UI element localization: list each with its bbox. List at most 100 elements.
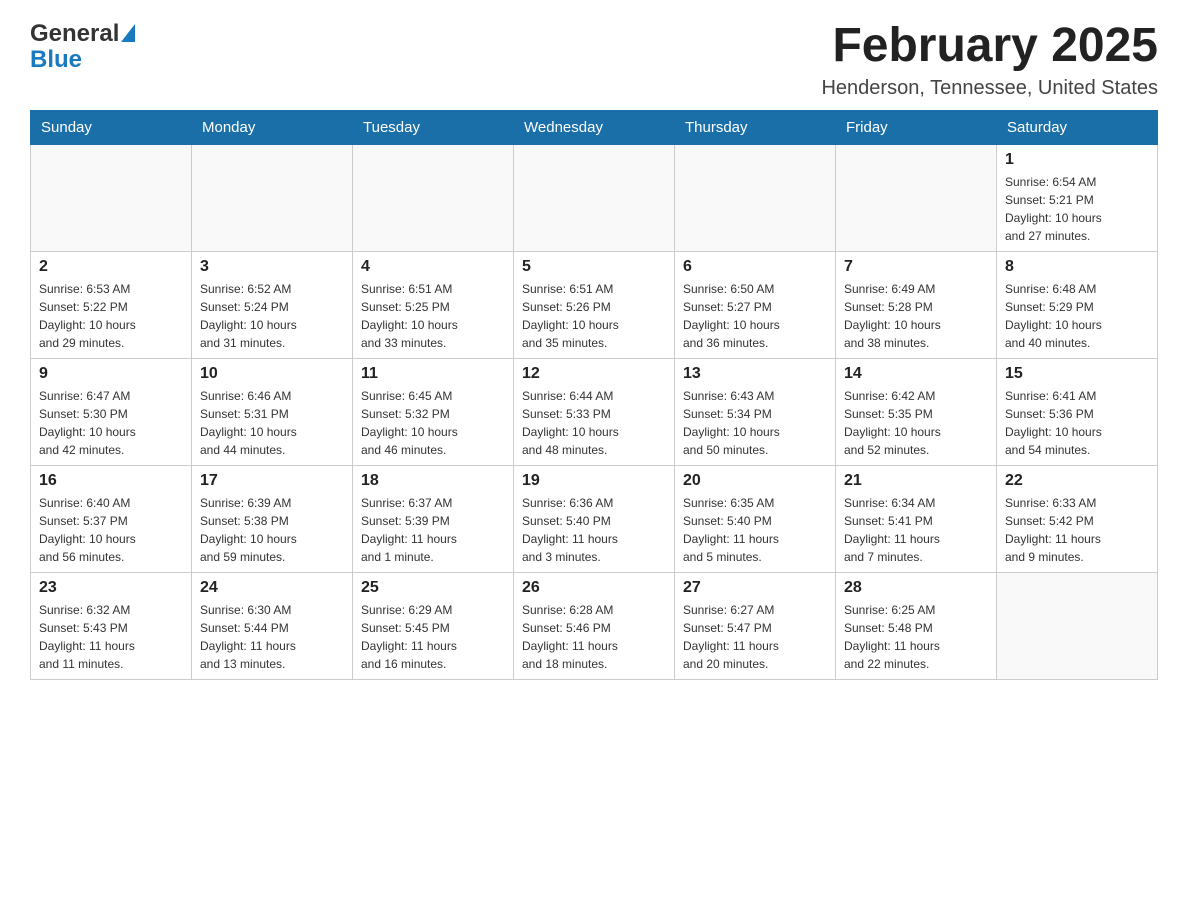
calendar-cell: 9 Sunrise: 6:47 AMSunset: 5:30 PMDaylight…	[31, 358, 192, 465]
weekday-header-sunday: Sunday	[31, 110, 192, 144]
weekday-header-friday: Friday	[836, 110, 997, 144]
weekday-header-tuesday: Tuesday	[353, 110, 514, 144]
calendar-cell: 12 Sunrise: 6:44 AMSunset: 5:33 PMDayligh…	[514, 358, 675, 465]
calendar-table: SundayMondayTuesdayWednesdayThursdayFrid…	[30, 110, 1158, 680]
calendar-week-row: 9 Sunrise: 6:47 AMSunset: 5:30 PMDaylight…	[31, 358, 1158, 465]
day-number: 28	[844, 579, 988, 597]
calendar-cell: 19 Sunrise: 6:36 AMSunset: 5:40 PMDayligh…	[514, 465, 675, 572]
day-info: Sunrise: 6:34 AMSunset: 5:41 PMDaylight:…	[844, 494, 988, 566]
day-info: Sunrise: 6:51 AMSunset: 5:25 PMDaylight:…	[361, 280, 505, 352]
day-number: 7	[844, 258, 988, 276]
calendar-cell: 27Sunrise: 6:27 AMSunset: 5:47 PMDayligh…	[675, 572, 836, 679]
calendar-cell	[836, 144, 997, 251]
calendar-cell: 1 Sunrise: 6:54 AMSunset: 5:21 PMDaylight…	[997, 144, 1158, 251]
calendar-cell: 23 Sunrise: 6:32 AMSunset: 5:43 PMDayligh…	[31, 572, 192, 679]
calendar-week-row: 2 Sunrise: 6:53 AMSunset: 5:22 PMDaylight…	[31, 251, 1158, 358]
day-info: Sunrise: 6:44 AMSunset: 5:33 PMDaylight:…	[522, 387, 666, 459]
day-number: 3	[200, 258, 344, 276]
weekday-header-monday: Monday	[192, 110, 353, 144]
day-info: Sunrise: 6:41 AMSunset: 5:36 PMDaylight:…	[1005, 387, 1149, 459]
day-info: Sunrise: 6:48 AMSunset: 5:29 PMDaylight:…	[1005, 280, 1149, 352]
day-number: 13	[683, 365, 827, 383]
day-number: 26	[522, 579, 666, 597]
calendar-cell: 7 Sunrise: 6:49 AMSunset: 5:28 PMDaylight…	[836, 251, 997, 358]
day-info: Sunrise: 6:32 AMSunset: 5:43 PMDaylight:…	[39, 601, 183, 673]
location-title: Henderson, Tennessee, United States	[821, 77, 1158, 100]
day-info: Sunrise: 6:29 AMSunset: 5:45 PMDaylight:…	[361, 601, 505, 673]
day-number: 27	[683, 579, 827, 597]
day-number: 6	[683, 258, 827, 276]
day-info: Sunrise: 6:45 AMSunset: 5:32 PMDaylight:…	[361, 387, 505, 459]
day-info: Sunrise: 6:33 AMSunset: 5:42 PMDaylight:…	[1005, 494, 1149, 566]
calendar-cell	[31, 144, 192, 251]
logo-arrow-icon	[121, 24, 135, 42]
calendar-cell: 5 Sunrise: 6:51 AMSunset: 5:26 PMDaylight…	[514, 251, 675, 358]
weekday-header-wednesday: Wednesday	[514, 110, 675, 144]
day-info: Sunrise: 6:39 AMSunset: 5:38 PMDaylight:…	[200, 494, 344, 566]
month-title: February 2025	[821, 20, 1158, 73]
day-number: 22	[1005, 472, 1149, 490]
calendar-cell: 4 Sunrise: 6:51 AMSunset: 5:25 PMDaylight…	[353, 251, 514, 358]
day-number: 10	[200, 365, 344, 383]
day-number: 2	[39, 258, 183, 276]
day-info: Sunrise: 6:37 AMSunset: 5:39 PMDaylight:…	[361, 494, 505, 566]
calendar-cell: 8 Sunrise: 6:48 AMSunset: 5:29 PMDaylight…	[997, 251, 1158, 358]
day-number: 19	[522, 472, 666, 490]
day-number: 21	[844, 472, 988, 490]
day-number: 20	[683, 472, 827, 490]
logo-general-text: General	[30, 20, 119, 48]
calendar-cell: 21 Sunrise: 6:34 AMSunset: 5:41 PMDayligh…	[836, 465, 997, 572]
calendar-cell: 11 Sunrise: 6:45 AMSunset: 5:32 PMDayligh…	[353, 358, 514, 465]
day-info: Sunrise: 6:25 AMSunset: 5:48 PMDaylight:…	[844, 601, 988, 673]
calendar-cell: 17 Sunrise: 6:39 AMSunset: 5:38 PMDayligh…	[192, 465, 353, 572]
day-number: 11	[361, 365, 505, 383]
calendar-cell: 10 Sunrise: 6:46 AMSunset: 5:31 PMDayligh…	[192, 358, 353, 465]
day-number: 8	[1005, 258, 1149, 276]
calendar-cell: 20 Sunrise: 6:35 AMSunset: 5:40 PMDayligh…	[675, 465, 836, 572]
calendar-cell	[192, 144, 353, 251]
day-info: Sunrise: 6:54 AMSunset: 5:21 PMDaylight:…	[1005, 173, 1149, 245]
day-info: Sunrise: 6:47 AMSunset: 5:30 PMDaylight:…	[39, 387, 183, 459]
calendar-cell	[353, 144, 514, 251]
day-number: 15	[1005, 365, 1149, 383]
calendar-cell: 24Sunrise: 6:30 AMSunset: 5:44 PMDayligh…	[192, 572, 353, 679]
day-number: 5	[522, 258, 666, 276]
calendar-cell: 3 Sunrise: 6:52 AMSunset: 5:24 PMDaylight…	[192, 251, 353, 358]
day-number: 14	[844, 365, 988, 383]
calendar-week-row: 23 Sunrise: 6:32 AMSunset: 5:43 PMDayligh…	[31, 572, 1158, 679]
day-info: Sunrise: 6:43 AMSunset: 5:34 PMDaylight:…	[683, 387, 827, 459]
day-number: 16	[39, 472, 183, 490]
day-number: 18	[361, 472, 505, 490]
calendar-cell: 22 Sunrise: 6:33 AMSunset: 5:42 PMDayligh…	[997, 465, 1158, 572]
calendar-cell: 2 Sunrise: 6:53 AMSunset: 5:22 PMDaylight…	[31, 251, 192, 358]
day-info: Sunrise: 6:53 AMSunset: 5:22 PMDaylight:…	[39, 280, 183, 352]
day-number: 1	[1005, 151, 1149, 169]
day-number: 17	[200, 472, 344, 490]
day-info: Sunrise: 6:46 AMSunset: 5:31 PMDaylight:…	[200, 387, 344, 459]
calendar-cell: 13 Sunrise: 6:43 AMSunset: 5:34 PMDayligh…	[675, 358, 836, 465]
calendar-cell: 18 Sunrise: 6:37 AMSunset: 5:39 PMDayligh…	[353, 465, 514, 572]
calendar-cell: 16Sunrise: 6:40 AMSunset: 5:37 PMDayligh…	[31, 465, 192, 572]
day-info: Sunrise: 6:49 AMSunset: 5:28 PMDaylight:…	[844, 280, 988, 352]
calendar-cell: 6Sunrise: 6:50 AMSunset: 5:27 PMDaylight…	[675, 251, 836, 358]
page-header: General Blue February 2025 Henderson, Te…	[30, 20, 1158, 100]
day-info: Sunrise: 6:52 AMSunset: 5:24 PMDaylight:…	[200, 280, 344, 352]
weekday-header-row: SundayMondayTuesdayWednesdayThursdayFrid…	[31, 110, 1158, 144]
calendar-cell: 14 Sunrise: 6:42 AMSunset: 5:35 PMDayligh…	[836, 358, 997, 465]
day-number: 4	[361, 258, 505, 276]
calendar-week-row: 16Sunrise: 6:40 AMSunset: 5:37 PMDayligh…	[31, 465, 1158, 572]
day-info: Sunrise: 6:35 AMSunset: 5:40 PMDaylight:…	[683, 494, 827, 566]
calendar-cell	[514, 144, 675, 251]
day-number: 9	[39, 365, 183, 383]
day-number: 12	[522, 365, 666, 383]
day-info: Sunrise: 6:36 AMSunset: 5:40 PMDaylight:…	[522, 494, 666, 566]
day-number: 23	[39, 579, 183, 597]
calendar-cell: 28 Sunrise: 6:25 AMSunset: 5:48 PMDayligh…	[836, 572, 997, 679]
title-section: February 2025 Henderson, Tennessee, Unit…	[821, 20, 1158, 100]
day-info: Sunrise: 6:30 AMSunset: 5:44 PMDaylight:…	[200, 601, 344, 673]
calendar-week-row: 1 Sunrise: 6:54 AMSunset: 5:21 PMDaylight…	[31, 144, 1158, 251]
day-info: Sunrise: 6:51 AMSunset: 5:26 PMDaylight:…	[522, 280, 666, 352]
day-info: Sunrise: 6:42 AMSunset: 5:35 PMDaylight:…	[844, 387, 988, 459]
calendar-cell	[997, 572, 1158, 679]
weekday-header-thursday: Thursday	[675, 110, 836, 144]
